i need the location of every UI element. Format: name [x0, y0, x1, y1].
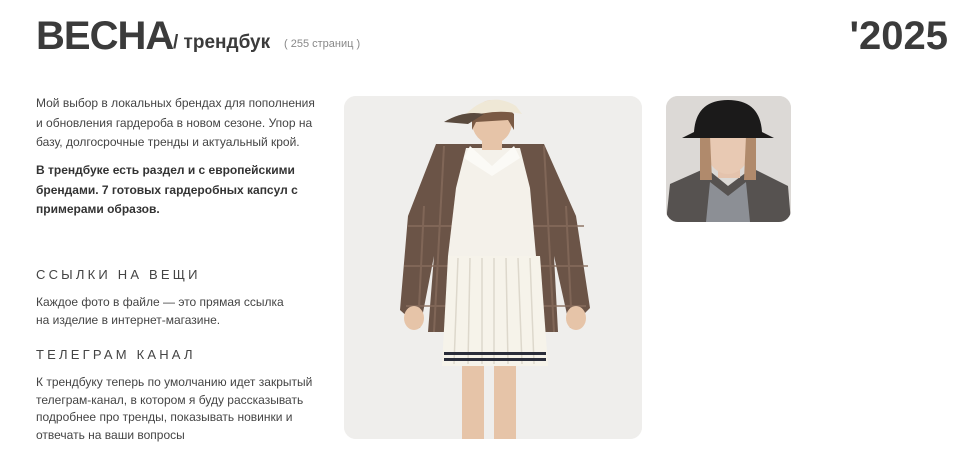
telegram-text: К трендбуку теперь по умолчанию идет зак…: [36, 375, 313, 442]
year-label: '2025: [849, 14, 949, 58]
telegram-heading: ТЕЛЕГРАМ КАНАЛ: [36, 347, 196, 362]
portrait-photo: [666, 96, 791, 222]
page-title: ВЕСНА: [36, 14, 174, 58]
intro-text: Мой выбор в локальных брендах для пополн…: [36, 96, 315, 149]
outfit-photo: [344, 96, 642, 439]
links-text: Каждое фото в файле — это прямая ссылка …: [36, 295, 284, 327]
intro-bold-text: В трендбуке есть раздел и с европейскими…: [36, 163, 298, 216]
page-count: ( 255 страниц ): [284, 38, 361, 50]
links-heading: ССЫЛКИ НА ВЕЩИ: [36, 267, 201, 282]
page-subtitle: / трендбук: [173, 32, 271, 53]
